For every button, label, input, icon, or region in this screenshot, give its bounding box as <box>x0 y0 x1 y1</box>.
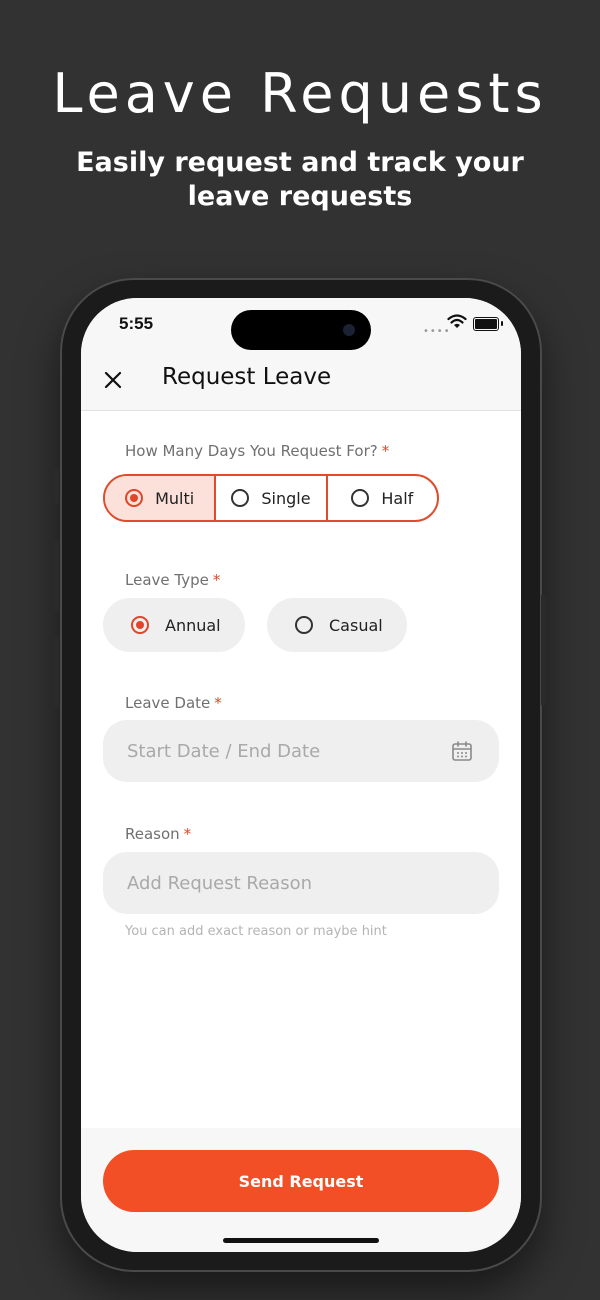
send-request-button[interactable]: Send Request <box>103 1150 499 1212</box>
header-divider <box>81 410 521 411</box>
leave-type-option-label: Casual <box>329 615 383 635</box>
home-indicator <box>223 1238 379 1243</box>
leave-type-label-text: Leave Type <box>125 571 209 589</box>
status-bar: 5:55 •••• Request Leave <box>81 298 521 410</box>
leave-type-option-label: Annual <box>165 615 221 635</box>
leave-type-casual[interactable]: Casual <box>267 598 407 652</box>
phone-power-button <box>541 594 546 706</box>
radio-unselected-icon <box>351 489 370 507</box>
required-mark: * <box>212 571 221 589</box>
phone-mute-switch <box>54 468 59 504</box>
reason-label-text: Reason <box>125 825 180 843</box>
leave-date-label: Leave Date * <box>125 694 222 712</box>
required-mark: * <box>381 442 390 460</box>
days-option-half[interactable]: Half <box>328 476 437 520</box>
leave-type-annual[interactable]: Annual <box>103 598 245 652</box>
close-icon[interactable] <box>103 370 123 390</box>
status-time: 5:55 <box>119 314 154 333</box>
battery-icon <box>473 317 503 331</box>
radio-selected-icon <box>131 616 149 634</box>
wifi-icon <box>447 314 467 328</box>
days-option-label: Half <box>381 488 414 508</box>
days-option-label: Single <box>261 488 311 508</box>
phone-volume-up <box>54 540 59 612</box>
days-option-label: Multi <box>155 488 195 508</box>
reason-hint: You can add exact reason or maybe hint <box>125 924 387 939</box>
hero-subtitle: Easily request and track your leave requ… <box>76 147 524 212</box>
reason-label: Reason * <box>125 825 191 843</box>
radio-selected-icon <box>125 489 144 507</box>
days-label: How Many Days You Request For? * <box>125 442 389 460</box>
days-label-text: How Many Days You Request For? <box>125 442 378 460</box>
required-mark: * <box>214 694 222 712</box>
leave-date-placeholder: Start Date / End Date <box>127 740 321 762</box>
reason-placeholder: Add Request Reason <box>127 872 313 894</box>
calendar-icon[interactable] <box>451 740 473 762</box>
reason-input[interactable]: Add Request Reason <box>103 852 499 914</box>
leave-date-field[interactable]: Start Date / End Date <box>103 720 499 782</box>
radio-unselected-icon <box>295 616 313 634</box>
phone-volume-down <box>54 636 59 708</box>
days-segmented-control: Multi Single Half <box>103 474 439 522</box>
days-option-multi[interactable]: Multi <box>105 476 217 520</box>
leave-date-label-text: Leave Date <box>125 694 211 712</box>
page-title: Request Leave <box>162 364 332 390</box>
required-mark: * <box>183 825 192 843</box>
hero-title: Leave Requests <box>52 62 548 125</box>
phone-screen: 5:55 •••• Request Leave How Many Days Yo… <box>81 298 521 1252</box>
camera-icon <box>343 324 355 336</box>
leave-type-label: Leave Type * <box>125 571 220 589</box>
radio-unselected-icon <box>231 489 250 507</box>
days-option-single[interactable]: Single <box>216 476 328 520</box>
